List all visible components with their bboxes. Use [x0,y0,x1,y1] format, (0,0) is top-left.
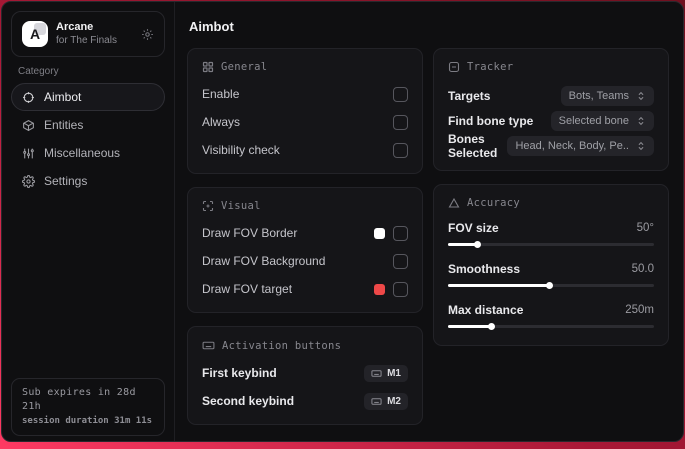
setting-row-first-keybind: First keybind M1 [202,362,408,384]
page-title: Aimbot [189,19,234,34]
fov-target-checkbox[interactable] [393,281,408,297]
setting-row-enable: Enable [202,83,408,105]
setting-label: FOV size [448,221,499,235]
session-duration-text: session duration 31m 11s [22,415,153,426]
tracker-card: Tracker Targets Bots, Teams Find bone ty… [433,48,669,171]
category-label: Category [18,66,59,77]
visibility-check-checkbox[interactable] [393,142,408,158]
focus-icon [202,200,214,212]
bone-type-dropdown[interactable]: Selected bone [550,110,654,131]
app-window: A Arcane for The Finals Category Aimbot … [1,1,684,442]
setting-row-visibility-check: Visibility check [202,139,408,161]
brand-name: Arcane [56,21,94,34]
setting-row-find-bone-type: Find bone type Selected bone [448,108,654,133]
slider-thumb[interactable] [545,282,553,289]
sidebar-item-label: Miscellaneous [44,146,121,160]
brand-subtitle: for The Finals [56,34,117,46]
sub-expiry-text: Sub expires in 28d 21h [22,386,136,413]
sidebar-item-settings[interactable]: Settings [11,167,165,195]
setting-value: 50.0 [631,263,654,275]
brand-logo-letter: A [29,26,41,42]
main-content: Aimbot General Enable Always Visibility … [175,2,683,441]
fov-background-checkbox[interactable] [393,253,408,269]
setting-row-fov-border: Draw FOV Border [202,222,408,244]
setting-label: Smoothness [448,262,521,276]
setting-label: Draw FOV target [202,282,293,296]
setting-value: 50° [636,222,654,234]
setting-label: Bones Selected [448,131,498,160]
setting-label: First keybind [202,366,277,380]
setting-label: Enable [202,87,240,101]
brand-logo: A [22,21,48,47]
sidebar-item-label: Aimbot [44,90,82,104]
setting-label: Draw FOV Border [202,226,298,240]
always-checkbox[interactable] [393,114,408,130]
setting-label: Max distance [448,303,524,317]
setting-label: Second keybind [202,394,295,408]
gear-icon[interactable] [141,28,154,41]
sidebar-item-entities[interactable]: Entities [11,111,165,139]
setting-label: Find bone type [448,113,534,128]
keybind-button-m1[interactable]: M1 [364,364,408,382]
enable-checkbox[interactable] [393,86,408,102]
scan-box-icon [448,61,460,73]
setting-row-smoothness: Smoothness 50.0 [448,260,654,290]
subscription-info: Sub expires in 28d 21h session duration … [11,377,165,436]
sidebar-item-label: Settings [44,174,88,188]
activation-card: Activation buttons First keybind M1 Seco… [187,326,423,425]
setting-row-max-distance: Max distance 250m [448,301,654,331]
sidebar-nav: Aimbot Entities Miscellaneous Settings [2,83,174,195]
setting-row-fov-target: Draw FOV target [202,278,408,300]
brand-header: A Arcane for The Finals [11,11,165,57]
setting-row-fov-size: FOV size 50° [448,219,654,249]
targets-dropdown[interactable]: Bots, Teams [560,85,654,106]
keyboard-icon [371,397,382,405]
slider-thumb[interactable] [473,241,481,248]
color-swatch[interactable] [374,227,385,239]
setting-label: Always [202,115,241,129]
cube-icon [22,119,35,132]
triangle-icon [448,197,460,208]
setting-row-fov-background: Draw FOV Background [202,250,408,272]
card-title: Tracker [467,61,514,73]
setting-row-targets: Targets Bots, Teams [448,83,654,108]
visual-card: Visual Draw FOV Border Draw FOV Backgrou… [187,187,423,313]
keybind-button-m2[interactable]: M2 [364,392,408,410]
fov-size-slider[interactable] [448,240,654,249]
sliders-icon [22,147,35,160]
crosshair-icon [22,91,35,104]
smoothness-slider[interactable] [448,281,654,290]
sidebar-item-miscellaneous[interactable]: Miscellaneous [11,139,165,167]
card-title: General [221,61,268,73]
setting-row-bones-selected: Bones Selected Head, Neck, Body, Pe.. [448,131,654,160]
sidebar-item-aimbot[interactable]: Aimbot [11,83,165,111]
setting-row-second-keybind: Second keybind M2 [202,390,408,412]
slider-thumb[interactable] [488,323,496,330]
setting-value: 250m [625,304,654,316]
keyboard-icon [202,341,215,350]
setting-row-always: Always [202,111,408,133]
max-distance-slider[interactable] [448,322,654,331]
card-title: Activation buttons [222,339,342,352]
color-swatch[interactable] [374,283,385,295]
setting-label: Targets [448,88,491,103]
chevron-up-down-icon [638,141,644,150]
chevron-up-down-icon [638,116,644,125]
card-title: Visual [221,200,261,212]
card-title: Accuracy [467,197,520,209]
gear-icon [22,174,35,188]
accuracy-card: Accuracy FOV size 50° Smoothness 50.0 Ma… [433,184,669,346]
sidebar-item-label: Entities [44,118,84,132]
chevron-up-down-icon [638,91,644,100]
sidebar: A Arcane for The Finals Category Aimbot … [2,2,175,441]
setting-label: Visibility check [202,143,280,157]
bones-selected-dropdown[interactable]: Head, Neck, Body, Pe.. [507,135,654,156]
keyboard-icon [371,369,382,377]
setting-label: Draw FOV Background [202,254,326,268]
fov-border-checkbox[interactable] [393,225,408,241]
grid-icon [202,61,214,73]
general-card: General Enable Always Visibility check [187,48,423,174]
